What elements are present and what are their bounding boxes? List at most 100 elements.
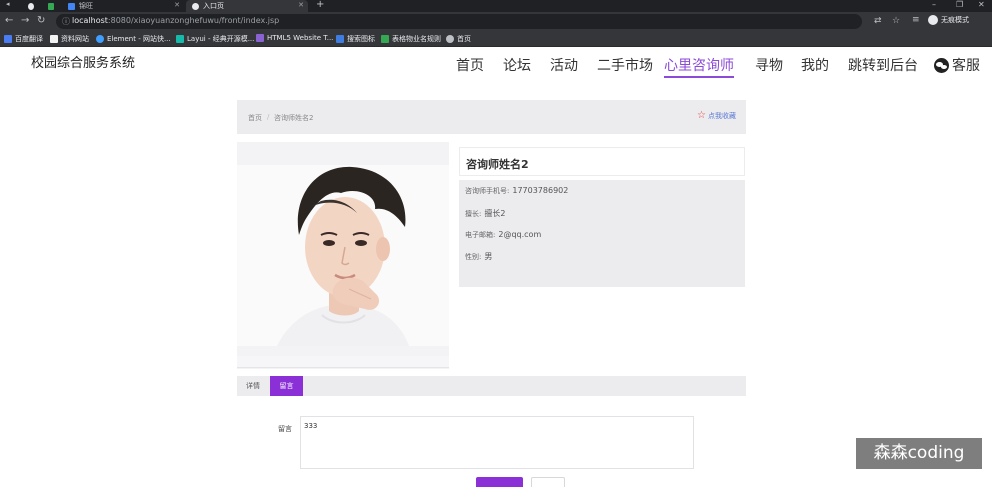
submit-button[interactable] [476,477,523,487]
back-icon[interactable]: ← [5,15,13,26]
info-label: 咨询师手机号: [465,187,510,195]
browser-tab-label: 锦旺 [79,2,93,10]
info-row-phone: 咨询师手机号: 17703786902 [465,186,568,196]
star-icon: ☆ [697,110,706,121]
browser-tab-label: 入口页 [203,2,224,10]
favorite-label: 点我收藏 [708,112,736,120]
bookmark-item[interactable]: 表格物业名规则 [381,34,441,44]
bookmark-label: HTML5 Website T... [267,34,334,42]
incognito-label: 无痕模式 [941,16,969,24]
bookmark-label: 表格物业名规则 [392,35,441,43]
incognito-icon [928,15,938,25]
bookmark-item[interactable]: 首页 [446,34,471,44]
consultant-photo [237,165,449,346]
browser-tab-1[interactable]: 锦旺 ✕ [62,0,184,12]
globe-icon [446,35,454,43]
customer-service-label: 客服 [952,58,980,74]
info-label: 性别: [465,253,482,261]
tab-search-icon[interactable]: ◂ [6,0,10,8]
site-info-icon[interactable]: ⓘ [62,16,70,27]
tab-favicon-icon [68,2,75,10]
browser-toolbar: ← → ↻ ⓘ localhost:8080/xiaoyuanzonghefuw… [0,12,992,31]
info-label: 擅长: [465,210,482,218]
nav-lost-found[interactable]: 寻物 [755,55,783,75]
reading-list-icon[interactable]: ≡ [912,15,920,25]
breadcrumb-current: 咨询师姓名2 [274,114,314,122]
bookmark-icon [381,35,389,43]
translate-icon[interactable]: ⇄ [874,16,882,26]
bookmark-icon [176,35,184,43]
info-row-specialty: 擅长: 擅长2 [465,208,505,219]
photo-thumbnail-strip [237,356,449,368]
detail-tabs: 详情 留言 [237,376,746,396]
message-textarea[interactable]: 333 [300,416,694,469]
bookmark-icon [96,35,104,43]
reload-icon[interactable]: ↻ [37,15,45,26]
portrait-image [237,165,449,346]
favorite-button[interactable]: ☆ 点我收藏 [697,111,736,121]
address-url: localhost:8080/xiaoyuanzonghefuwu/front/… [72,16,280,25]
breadcrumb: 首页 / 咨询师姓名2 ☆ 点我收藏 [237,100,746,134]
bookmark-item[interactable]: 搜索图标 [336,34,375,44]
browser-tab-strip: ◂ 锦旺 ✕ 入口页 ✕ + – ❐ ✕ [0,0,992,12]
video-watermark: 森森coding [856,438,982,469]
close-tab-icon[interactable]: ✕ [174,1,180,9]
bookmark-item[interactable]: HTML5 Website T... [256,34,333,42]
bookmark-label: 搜索图标 [347,35,375,43]
info-row-gender: 性别: 男 [465,251,492,262]
bookmark-item[interactable]: 资料网站 [50,34,89,44]
info-label: 电子邮箱: [465,231,496,239]
bookmarks-bar: 百度翻译 资料网站 Element - 网站快... Layui - 经典开源模… [0,31,992,47]
bookmark-item[interactable]: 百度翻译 [4,34,43,44]
minimize-icon[interactable]: – [932,0,936,9]
forward-icon[interactable]: → [21,15,29,26]
nav-admin[interactable]: 跳转到后台 [848,55,918,75]
info-value: 17703786902 [512,186,569,195]
info-value: 擅长2 [484,209,506,218]
folder-icon [50,35,58,43]
nav-forum[interactable]: 论坛 [503,55,531,75]
browser-tab-active[interactable]: 入口页 ✕ [186,0,308,12]
globe-icon [192,2,199,10]
consultant-name: 咨询师姓名2 [466,158,529,171]
bookmark-label: Element - 网站快... [107,35,171,43]
browser-tab-pinned[interactable] [22,0,40,12]
info-value: 2@qq.com [498,230,542,239]
address-bar[interactable]: ⓘ localhost:8080/xiaoyuanzonghefuwu/fron… [56,14,900,29]
breadcrumb-separator: / [267,113,270,121]
nav-counselor[interactable]: 心里咨询师 [664,55,734,78]
consultant-details: 咨询师手机号: 17703786902 擅长: 擅长2 电子邮箱: 2@qq.com … [459,180,745,287]
bookmark-label: Layui - 经典开源模... [187,35,255,43]
incognito-indicator[interactable]: 无痕模式 [928,15,969,25]
message-label: 留言 [278,425,292,433]
wechat-icon [934,57,949,73]
info-value: 男 [484,252,493,261]
customer-service-link[interactable]: 客服 [934,55,980,75]
nav-activity[interactable]: 活动 [550,55,578,75]
bookmark-label: 百度翻译 [15,35,43,43]
nav-mine[interactable]: 我的 [801,55,829,75]
tab-messages[interactable]: 留言 [270,376,303,396]
bookmark-item[interactable]: Element - 网站快... [96,34,171,44]
breadcrumb-home[interactable]: 首页 [248,113,262,123]
tab-details[interactable]: 详情 [237,376,269,396]
info-row-email: 电子邮箱: 2@qq.com [465,230,541,240]
nav-second-hand[interactable]: 二手市场 [597,55,653,75]
app-icon [48,2,54,10]
bookmark-label: 资料网站 [61,35,89,43]
bookmark-label: 首页 [457,35,471,43]
restore-icon[interactable]: ❐ [956,0,963,9]
bookmark-icon [336,35,344,43]
reset-button[interactable] [531,477,565,487]
close-tab-icon[interactable]: ✕ [298,1,304,9]
chrome-icon [28,2,34,10]
bookmark-item[interactable]: Layui - 经典开源模... [176,34,254,44]
new-tab-icon[interactable]: + [316,0,324,10]
browser-tab-pinned-2[interactable] [42,0,60,12]
close-window-icon[interactable]: ✕ [978,0,985,9]
bookmark-star-icon[interactable]: ☆ [892,16,900,26]
bookmark-icon [256,34,264,42]
bookmark-icon [4,35,12,43]
site-title: 校园综合服务系统 [31,56,136,71]
nav-home[interactable]: 首页 [456,55,484,75]
